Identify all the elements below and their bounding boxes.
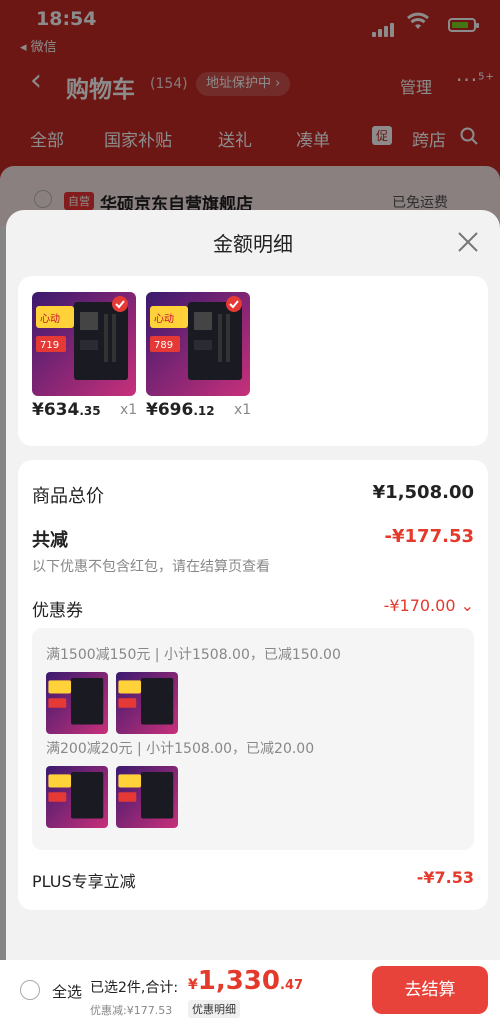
amount-summary-card: 商品总价 ¥1,508.00 共减 -¥177.53 以下优惠不包含红包，请在结… [18, 460, 488, 910]
discount-value: -¥177.53 [384, 526, 474, 547]
close-icon[interactable] [456, 230, 480, 254]
promo-price-label: 719 [40, 340, 59, 351]
select-all-label[interactable]: 全选 [52, 981, 82, 1002]
discount-summary: 优惠减:¥177.53 [90, 1004, 173, 1017]
product-price: ¥696.12 [146, 400, 215, 420]
svg-text:心动: 心动 [154, 313, 174, 325]
product-qty: x1 [234, 402, 252, 418]
coupon-toggle[interactable]: -¥170.00 ⌄ [384, 596, 474, 615]
coupon-rule: 满1500减150元 | 小计1508.00，已减150.00 [46, 647, 341, 663]
goods-total-label: 商品总价 [32, 486, 104, 507]
total-decimal: .47 [280, 978, 304, 993]
coupon-value: -¥170.00 [383, 596, 456, 615]
sheet-title: 金额明细 [213, 232, 293, 256]
price-decimal: .12 [193, 404, 215, 418]
price-integer: ¥696 [146, 400, 194, 420]
price-decimal: .35 [79, 404, 101, 418]
checkout-button[interactable]: 去结算 [372, 966, 488, 1014]
total-integer: 1,330 [197, 966, 280, 996]
discount-detail-button[interactable]: 优惠明细 [188, 1000, 240, 1018]
coupon-product-thumbnail [116, 766, 178, 828]
promo-price-label: 789 [154, 340, 173, 351]
product-thumbnail[interactable]: 心动 789 [146, 292, 250, 396]
motherboard-image-icon [116, 766, 178, 828]
discount-label: 共减 [32, 530, 68, 551]
coupon-label: 优惠券 [32, 601, 83, 621]
svg-text:心动: 心动 [40, 313, 60, 325]
motherboard-image-icon [116, 672, 178, 734]
motherboard-image-icon [46, 766, 108, 828]
select-all-checkbox[interactable] [20, 980, 40, 1000]
coupon-detail-box: 满1500减150元 | 小计1508.00，已减150.00 满200减20元… [32, 628, 474, 850]
motherboard-image-icon [46, 672, 108, 734]
coupon-rule: 满200减20元 | 小计1508.00，已减20.00 [46, 741, 315, 757]
price-integer: ¥634 [32, 400, 80, 420]
product-card: 心动 719 心动 789 ¥634.35 x1 ¥696.12 x1 [18, 276, 488, 446]
total-currency: ¥ [188, 977, 198, 993]
coupon-product-thumbnail [46, 766, 108, 828]
amount-detail-sheet: 金额明细 心动 719 心动 789 ¥634.35 x1 ¥696.12 x1… [6, 210, 500, 960]
goods-total-value: ¥1,508.00 [372, 482, 474, 503]
product-thumbnail[interactable]: 心动 719 [32, 292, 136, 396]
plus-discount-value: -¥7.53 [416, 868, 474, 887]
motherboard-image-icon: 心动 719 [32, 292, 136, 396]
total-price: ¥1,330.47 [188, 966, 303, 996]
motherboard-image-icon: 心动 789 [146, 292, 250, 396]
checkout-bar: 全选 已选2件,合计: ¥1,330.47 优惠减:¥177.53 优惠明细 去… [0, 960, 500, 1020]
coupon-product-thumbnail [46, 672, 108, 734]
plus-discount-label: PLUS专享立减 [32, 872, 136, 891]
product-price: ¥634.35 [32, 400, 101, 420]
product-qty: x1 [120, 402, 138, 418]
chevron-down-icon: ⌄ [460, 596, 474, 615]
discount-note: 以下优惠不包含红包，请在结算页查看 [32, 559, 270, 575]
selected-summary: 已选2件,合计: [90, 980, 179, 996]
coupon-product-thumbnail [116, 672, 178, 734]
